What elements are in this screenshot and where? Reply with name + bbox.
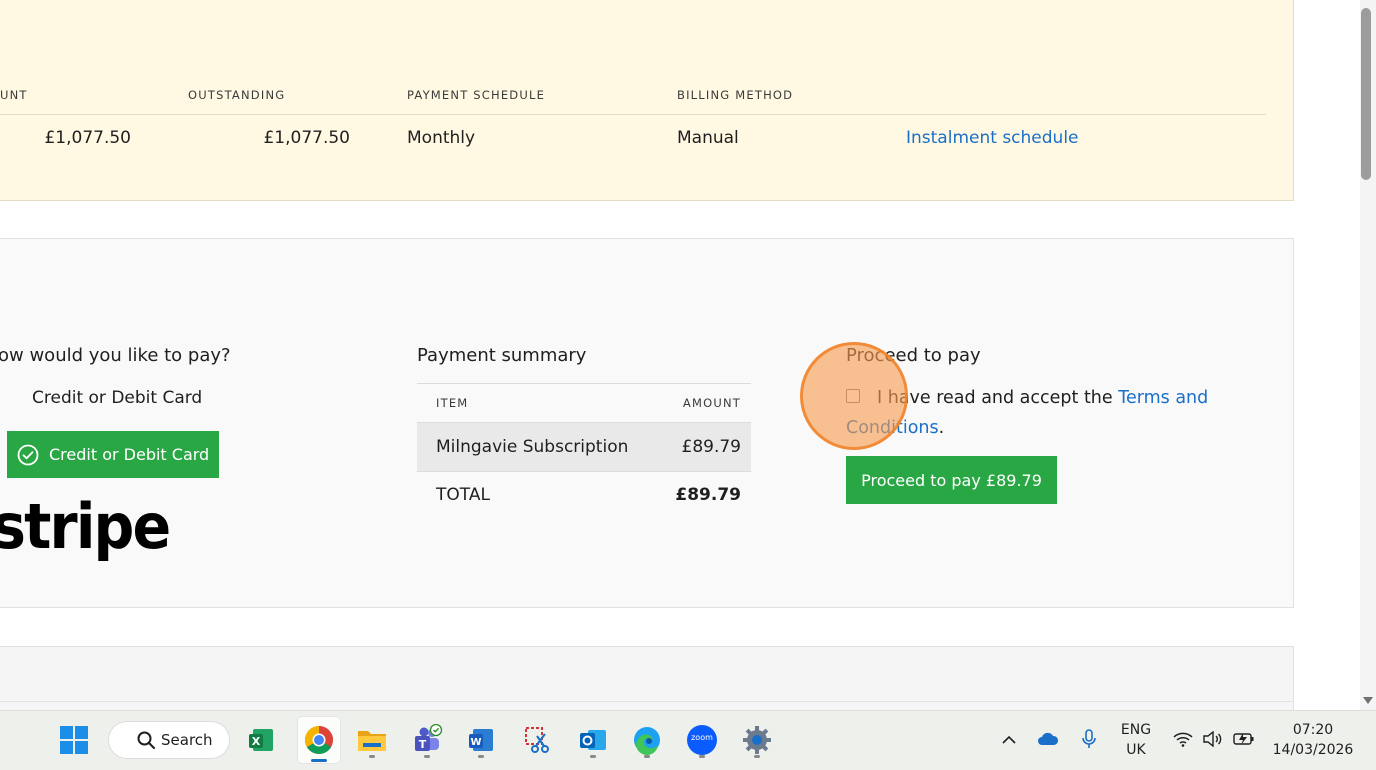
zoom-icon[interactable]: zoom (682, 720, 722, 760)
item-amount: £89.79 (681, 437, 741, 457)
outstanding-value: £1,077.50 (263, 128, 350, 148)
file-explorer-icon[interactable] (352, 720, 392, 760)
billing-method-column-header: BILLING METHOD (677, 88, 794, 102)
scroll-down-arrow-icon[interactable] (1360, 694, 1376, 706)
microphone-icon[interactable] (1078, 728, 1100, 750)
start-button[interactable] (54, 720, 94, 760)
onedrive-cloud-icon[interactable] (1037, 728, 1059, 750)
table-divider (0, 114, 1266, 115)
teams-icon[interactable]: T (407, 720, 447, 760)
battery-charging-icon[interactable] (1233, 728, 1255, 750)
amount-value: £1,077.50 (44, 128, 131, 148)
clock-date: 14/03/2026 (1272, 742, 1354, 758)
chrome-icon[interactable] (297, 716, 341, 764)
billing-method-value: Manual (677, 128, 739, 148)
total-value: £89.79 (675, 484, 741, 505)
terms-prefix: I have read and accept the (877, 388, 1119, 408)
scrollbar-thumb[interactable] (1361, 8, 1371, 180)
terms-suffix: . (938, 418, 945, 438)
stripe-logo: stripe (0, 490, 171, 563)
svg-text:W: W (470, 737, 481, 748)
credit-debit-card-button-label: Credit or Debit Card (49, 445, 210, 464)
wifi-icon[interactable] (1172, 728, 1194, 750)
show-hidden-icons-chevron-up-icon[interactable] (998, 728, 1020, 750)
item-name: Milngavie Subscription (436, 437, 629, 457)
search-label: Search (161, 731, 213, 749)
outstanding-column-header: OUTSTANDING (188, 88, 286, 102)
region-code: UK (1126, 742, 1146, 758)
clock[interactable]: 07:20 14/03/2026 (1268, 720, 1358, 760)
accept-terms-checkbox[interactable] (846, 389, 860, 403)
proceed-to-pay-button[interactable]: Proceed to pay £89.79 (846, 456, 1057, 504)
payment-method-title: ow would you like to pay? (0, 345, 231, 366)
windows-logo-icon (60, 726, 88, 754)
svg-text:X: X (252, 735, 261, 748)
edge-icon[interactable] (627, 720, 667, 760)
clock-time: 07:20 (1292, 722, 1334, 738)
total-row: TOTAL £89.79 (417, 471, 751, 517)
instalment-schedule-link[interactable]: Instalment schedule (906, 128, 1079, 148)
outlook-icon[interactable] (573, 720, 613, 760)
proceed-to-pay-title: Proceed to pay (846, 345, 981, 366)
snipping-tool-icon[interactable] (518, 720, 558, 760)
volume-icon[interactable] (1202, 728, 1224, 750)
table-header-row: ITEM AMOUNT (417, 383, 751, 422)
svg-text:T: T (419, 738, 427, 751)
search-icon (137, 731, 155, 749)
payment-summary-title: Payment summary (417, 345, 587, 366)
payment-schedule-column-header: PAYMENT SCHEDULE (407, 88, 546, 102)
payment-schedule-value: Monthly (407, 128, 476, 148)
terms-acceptance-text: I have read and accept the Terms and Con… (846, 383, 1236, 443)
taskbar-search[interactable]: Search (108, 721, 230, 759)
credit-debit-card-button[interactable]: Credit or Debit Card (7, 431, 219, 478)
amount-column-header: UNT (0, 88, 28, 102)
payment-summary-table: ITEM AMOUNT Milngavie Subscription £89.7… (417, 383, 751, 517)
zoom-label: zoom (691, 733, 713, 742)
check-circle-icon (17, 444, 39, 466)
browser-viewport: UNT OUTSTANDING PAYMENT SCHEDULE BILLING… (0, 0, 1360, 710)
item-column-header: ITEM (436, 396, 469, 410)
settings-icon[interactable] (737, 720, 777, 760)
excel-icon[interactable]: X (241, 720, 281, 760)
word-icon[interactable]: W (461, 720, 501, 760)
input-language[interactable]: ENG UK (1114, 720, 1158, 760)
amount-column-header: AMOUNT (682, 396, 741, 410)
table-row: Milngavie Subscription £89.79 (417, 422, 751, 471)
payment-method-label: Credit or Debit Card (32, 388, 203, 408)
language-code: ENG (1120, 722, 1152, 738)
total-label: TOTAL (436, 484, 490, 505)
lower-panel-divider (0, 701, 1294, 702)
